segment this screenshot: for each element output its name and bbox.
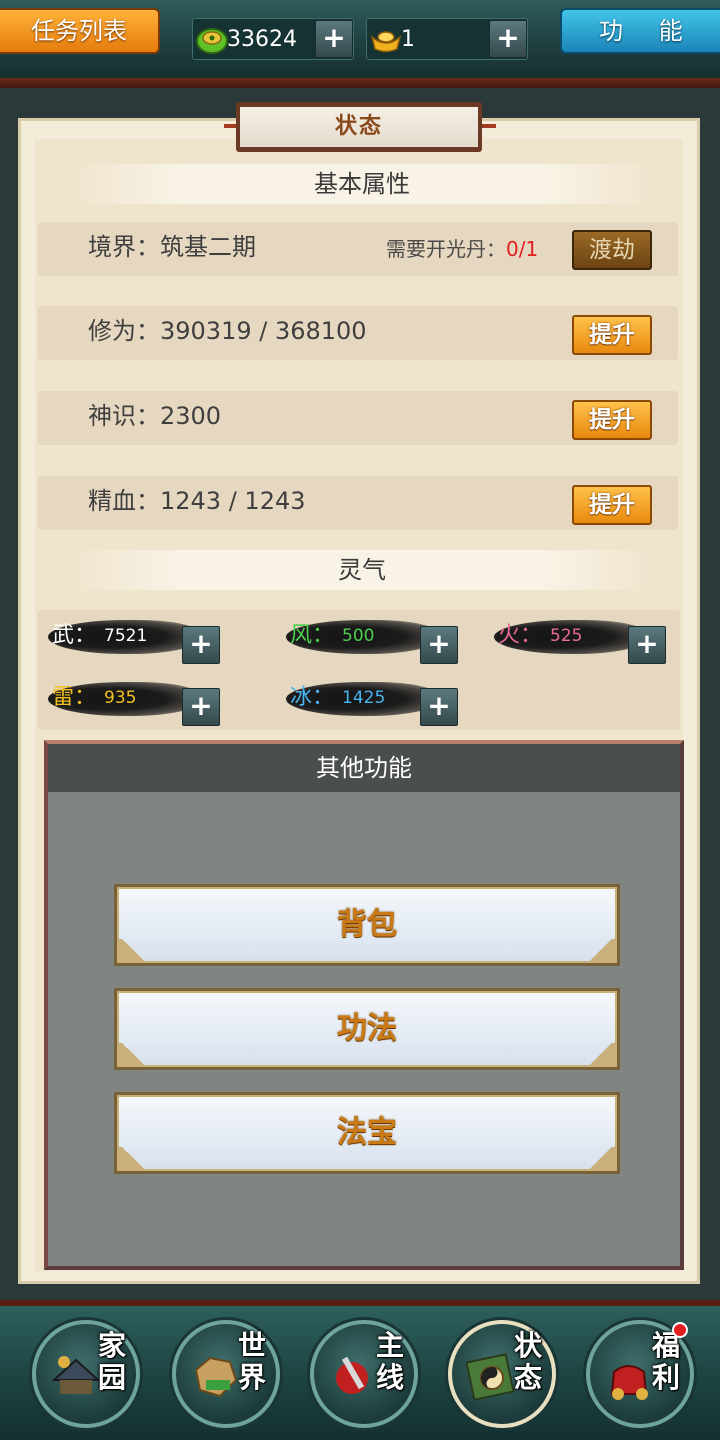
other-functions-box: 其他功能 背包 功法 法宝 — [44, 740, 684, 1270]
gold-currency: 1 + — [366, 18, 528, 60]
blood-upgrade-button[interactable]: 提升 — [572, 485, 652, 525]
element-name: 武： — [52, 623, 97, 648]
spirit-row: 神识：2300 提升 — [38, 391, 678, 445]
nav-label: 家 园 — [92, 1330, 132, 1394]
notification-dot — [672, 1322, 688, 1338]
element-value: 935 — [104, 688, 137, 708]
tribulation-button[interactable]: 渡劫 — [572, 230, 652, 270]
nav-world[interactable]: 世 界 — [172, 1320, 280, 1428]
nav-label-bottom: 态 — [513, 1361, 542, 1394]
cultivation-label: 修为：390319 / 368100 — [88, 317, 367, 345]
add-wu-button[interactable]: + — [182, 626, 220, 664]
add-lei-button[interactable]: + — [182, 688, 220, 726]
nav-label: 状 态 — [508, 1330, 548, 1394]
element-name: 冰： — [290, 685, 335, 710]
element-lei: 雷： 935 + — [48, 680, 228, 726]
nav-mainline[interactable]: 主 线 — [310, 1320, 418, 1428]
nav-label-bottom: 界 — [237, 1361, 266, 1394]
realm-requirement: 需要开光丹：0/1 — [386, 222, 538, 276]
spirit-upgrade-button[interactable]: 提升 — [572, 400, 652, 440]
element-value: 1425 — [342, 688, 386, 708]
lingqi-header: 灵气 — [62, 550, 662, 590]
nav-label-top: 主 — [375, 1329, 404, 1362]
jade-coin-icon — [196, 28, 228, 54]
nav-label: 主 线 — [370, 1330, 410, 1394]
element-value: 500 — [342, 626, 375, 646]
element-bing: 冰： 1425 + — [286, 680, 466, 726]
realm-label: 境界：筑基二期 — [88, 233, 256, 261]
cultivation-row: 修为：390319 / 368100 提升 — [38, 306, 678, 360]
realm-row: 境界：筑基二期 需要开光丹：0/1 渡劫 — [38, 222, 678, 276]
nav-status[interactable]: 状 态 — [448, 1320, 556, 1428]
gold-ingot-icon — [370, 31, 402, 53]
nav-label-bottom: 线 — [375, 1361, 404, 1394]
page-title: 状态 — [236, 102, 482, 152]
treasure-button[interactable]: 法宝 — [114, 1092, 620, 1174]
nav-label: 福 利 — [646, 1330, 686, 1394]
nav-label-top: 家 — [97, 1329, 126, 1362]
add-huo-button[interactable]: + — [628, 626, 666, 664]
jade-value: 33624 — [227, 27, 297, 52]
element-feng: 风： 500 + — [286, 618, 466, 664]
other-functions-header: 其他功能 — [48, 744, 680, 792]
nav-label-bottom: 园 — [97, 1361, 126, 1394]
element-name: 雷： — [52, 685, 97, 710]
bottom-nav: 家 园 世 界 主 线 状 态 福 利 — [0, 1300, 720, 1440]
nav-label-top: 世 — [237, 1329, 266, 1362]
function-button[interactable]: 功 能 — [560, 8, 720, 54]
element-huo: 火： 525 + — [494, 618, 674, 664]
add-gold-button[interactable]: + — [489, 20, 527, 58]
nav-label-bottom: 利 — [651, 1361, 680, 1394]
top-bar: 任务列表 33624 + 1 + 功 能 — [0, 0, 720, 88]
jade-currency: 33624 + — [192, 18, 354, 60]
blood-label: 精血：1243 / 1243 — [88, 487, 306, 515]
bag-button[interactable]: 背包 — [114, 884, 620, 966]
nav-label-top: 状 — [513, 1329, 542, 1362]
add-jade-button[interactable]: + — [315, 20, 353, 58]
skills-button[interactable]: 功法 — [114, 988, 620, 1070]
element-value: 525 — [550, 626, 583, 646]
element-value: 7521 — [104, 626, 148, 646]
requirement-value: 0/1 — [506, 237, 539, 261]
add-bing-button[interactable]: + — [420, 688, 458, 726]
element-name: 火： — [498, 623, 543, 648]
requirement-label: 需要开光丹： — [386, 237, 506, 261]
element-wu: 武： 7521 + — [48, 618, 228, 664]
basic-attributes-header: 基本属性 — [62, 164, 662, 204]
task-list-button[interactable]: 任务列表 — [0, 8, 160, 54]
add-feng-button[interactable]: + — [420, 626, 458, 664]
blood-row: 精血：1243 / 1243 提升 — [38, 476, 678, 530]
cultivation-upgrade-button[interactable]: 提升 — [572, 315, 652, 355]
spirit-label: 神识：2300 — [88, 402, 222, 430]
nav-home[interactable]: 家 园 — [32, 1320, 140, 1428]
nav-label: 世 界 — [232, 1330, 272, 1394]
element-name: 风： — [290, 623, 335, 648]
gold-value: 1 — [401, 27, 415, 52]
nav-welfare[interactable]: 福 利 — [586, 1320, 694, 1428]
lingqi-area: 武： 7521 + 风： 500 + 火： 525 + 雷： 935 + 冰： … — [38, 610, 680, 730]
